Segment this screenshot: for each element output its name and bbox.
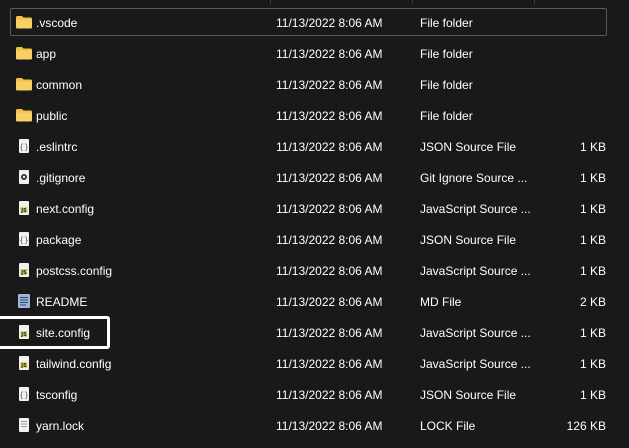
file-name: package	[36, 233, 82, 247]
list-item[interactable]: JS next.config 11/13/2022 8:06 AM JavaSc…	[0, 193, 629, 224]
highlight-annotation	[0, 316, 110, 349]
list-item[interactable]: public 11/13/2022 8:06 AM File folder	[0, 100, 629, 131]
file-size: 1 KB	[579, 202, 606, 216]
gitignore-file-icon	[16, 170, 32, 184]
file-type: JavaScript Source ...	[420, 264, 531, 278]
file-type: File folder	[420, 47, 473, 61]
file-name: yarn.lock	[36, 419, 85, 433]
file-type: LOCK File	[420, 419, 476, 433]
file-name: README	[36, 295, 88, 309]
list-item[interactable]: README 11/13/2022 8:06 AM MD File 2 KB	[0, 286, 629, 317]
file-type: JSON Source File	[420, 388, 517, 402]
file-name: app	[36, 47, 57, 61]
file-size: 2 KB	[579, 295, 606, 309]
file-name: public	[36, 109, 68, 123]
json-file-icon: {}	[16, 139, 32, 153]
js-file-icon: JS	[16, 201, 32, 215]
file-type: File folder	[420, 109, 473, 123]
svg-text:JS: JS	[20, 363, 27, 369]
list-item[interactable]: yarn.lock 11/13/2022 8:06 AM LOCK File 1…	[0, 410, 629, 441]
list-item[interactable]: JS tailwind.config 11/13/2022 8:06 AM Ja…	[0, 348, 629, 379]
file-name: tailwind.config	[36, 357, 112, 371]
file-date: 11/13/2022 8:06 AM	[276, 357, 383, 371]
list-item[interactable]: common 11/13/2022 8:06 AM File folder	[0, 69, 629, 100]
file-type: File folder	[420, 16, 473, 30]
folder-icon	[16, 15, 32, 29]
file-date: 11/13/2022 8:06 AM	[276, 171, 383, 185]
json-file-icon: {}	[16, 387, 32, 401]
list-item[interactable]: .gitignore 11/13/2022 8:06 AM Git Ignore…	[0, 162, 629, 193]
lock-file-icon	[16, 418, 32, 432]
file-date: 11/13/2022 8:06 AM	[276, 388, 383, 402]
file-date: 11/13/2022 8:06 AM	[276, 16, 383, 30]
list-item[interactable]: {} package 11/13/2022 8:06 AM JSON Sourc…	[0, 224, 629, 255]
file-size: 126 KB	[566, 419, 606, 433]
file-type: JavaScript Source ...	[420, 202, 531, 216]
folder-icon	[16, 77, 32, 91]
file-type: File folder	[420, 78, 473, 92]
file-date: 11/13/2022 8:06 AM	[276, 78, 383, 92]
file-name: common	[36, 78, 83, 92]
list-item[interactable]: JS postcss.config 11/13/2022 8:06 AM Jav…	[0, 255, 629, 286]
file-date: 11/13/2022 8:06 AM	[276, 326, 383, 340]
js-file-icon: JS	[16, 356, 32, 370]
file-size: 1 KB	[579, 171, 606, 185]
svg-text:{}: {}	[19, 143, 29, 152]
file-list: .vscode 11/13/2022 8:06 AM File folder a…	[0, 7, 629, 441]
file-size: 1 KB	[579, 264, 606, 278]
list-item[interactable]: {} .eslintrc 11/13/2022 8:06 AM JSON Sou…	[0, 131, 629, 162]
column-header-dividers	[0, 0, 629, 4]
file-date: 11/13/2022 8:06 AM	[276, 109, 383, 123]
file-date: 11/13/2022 8:06 AM	[276, 233, 383, 247]
file-type: JSON Source File	[420, 233, 517, 247]
list-item[interactable]: .vscode 11/13/2022 8:06 AM File folder	[0, 7, 629, 38]
svg-text:{}: {}	[19, 391, 29, 400]
file-name: postcss.config	[36, 264, 113, 278]
file-type: JavaScript Source ...	[420, 326, 531, 340]
file-date: 11/13/2022 8:06 AM	[276, 419, 383, 433]
list-item[interactable]: {} tsconfig 11/13/2022 8:06 AM JSON Sour…	[0, 379, 629, 410]
file-date: 11/13/2022 8:06 AM	[276, 295, 383, 309]
file-date: 11/13/2022 8:06 AM	[276, 264, 383, 278]
svg-text:{}: {}	[19, 236, 29, 245]
file-name: tsconfig	[36, 388, 78, 402]
file-type: MD File	[420, 295, 462, 309]
file-size: 1 KB	[579, 140, 606, 154]
file-name: .eslintrc	[36, 140, 78, 154]
file-date: 11/13/2022 8:06 AM	[276, 47, 383, 61]
file-type: JSON Source File	[420, 140, 517, 154]
list-item[interactable]: app 11/13/2022 8:06 AM File folder	[0, 38, 629, 69]
file-size: 1 KB	[579, 388, 606, 402]
file-type: JavaScript Source ...	[420, 357, 531, 371]
file-size: 1 KB	[579, 357, 606, 371]
json-file-icon: {}	[16, 232, 32, 246]
folder-icon	[16, 108, 32, 122]
js-file-icon: JS	[16, 263, 32, 277]
file-date: 11/13/2022 8:06 AM	[276, 202, 383, 216]
file-date: 11/13/2022 8:06 AM	[276, 140, 383, 154]
file-name: next.config	[36, 202, 95, 216]
svg-text:JS: JS	[20, 208, 27, 214]
file-size: 1 KB	[579, 233, 606, 247]
file-name: .gitignore	[36, 171, 86, 185]
file-size: 1 KB	[579, 326, 606, 340]
file-type: Git Ignore Source ...	[420, 171, 528, 185]
file-name: .vscode	[36, 16, 78, 30]
file-explorer-pane: .vscode 11/13/2022 8:06 AM File folder a…	[0, 0, 629, 448]
folder-icon	[16, 46, 32, 60]
svg-text:JS: JS	[20, 270, 27, 276]
markdown-file-icon	[16, 294, 32, 308]
